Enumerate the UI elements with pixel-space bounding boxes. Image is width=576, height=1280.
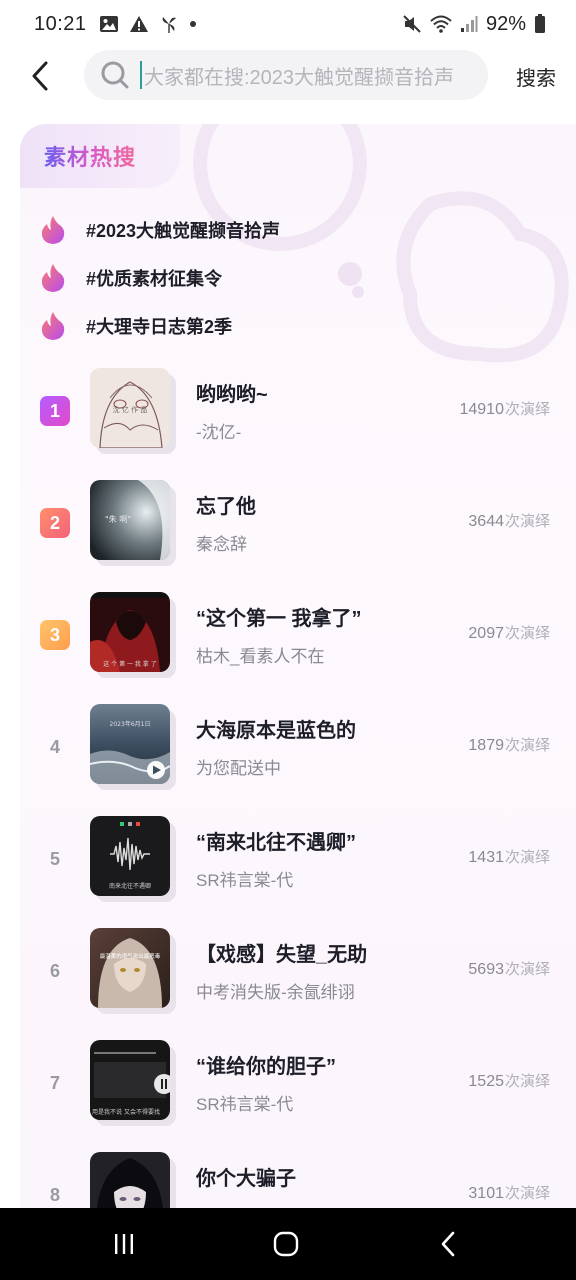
- list-item[interactable]: 1 沈 亿 作 品 哟哟哟~ -沈亿- 14910次演绎: [20, 364, 576, 460]
- item-title: 哟哟哟~: [196, 384, 268, 406]
- item-title: 你个大骗子: [196, 1168, 296, 1190]
- item-title: 【戏感】失望_无助: [196, 944, 368, 966]
- flame-icon: [41, 216, 65, 244]
- recents-button[interactable]: [104, 1228, 144, 1260]
- home-icon: [273, 1231, 299, 1257]
- list-item[interactable]: 8 你个大骗子 3101次演绎: [20, 1148, 576, 1208]
- svg-text:2023年6月1日: 2023年6月1日: [110, 720, 151, 728]
- hot-tag-text: #优质素材征集令: [86, 269, 223, 289]
- dot-icon: [189, 21, 196, 27]
- hot-tag-item[interactable]: #大理寺日志第2季: [40, 308, 232, 344]
- hot-material-card: 素材热搜 #2023大触觉醒撷音拾声 #优质素材征集令 #大理寺日志第2季 1 …: [20, 124, 576, 1208]
- item-author: SR祎言棠-代: [196, 1095, 294, 1114]
- item-author: -沈亿-: [196, 423, 242, 442]
- svg-text:南来北往不遇卿: 南来北往不遇卿: [109, 882, 151, 890]
- cover-thumbnail: "朱 啊": [90, 480, 176, 566]
- item-author: 中考消失版-余氤绯诩: [196, 983, 355, 1002]
- home-button[interactable]: [266, 1228, 306, 1260]
- mute-icon: [403, 15, 421, 33]
- search-input[interactable]: 大家都在搜:2023大触觉醒撷音拾声: [84, 50, 488, 100]
- list-item[interactable]: 5 南来北往不遇卿 “南来北往不遇卿” SR祎言棠-代 1431次演绎: [20, 812, 576, 908]
- svg-text:沈 亿 作 品: 沈 亿 作 品: [113, 405, 148, 414]
- item-count: 2097次演绎: [468, 625, 550, 642]
- list-item[interactable]: 4 2023年6月1日 大海原本是蓝色的 为您配送中 1879次演绎: [20, 700, 576, 796]
- search-button[interactable]: 搜索: [508, 56, 564, 96]
- item-count: 1525次演绎: [468, 1073, 550, 1090]
- card-title: 素材热搜: [44, 140, 136, 172]
- rank-number: 8: [49, 1184, 60, 1205]
- item-author: SR祎言棠-代: [196, 871, 294, 890]
- cover-thumbnail: [90, 1152, 176, 1208]
- flame-icon: [41, 264, 65, 292]
- alert-icon: [129, 16, 148, 32]
- back-button[interactable]: [10, 48, 70, 104]
- svg-text:"朱 啊": "朱 啊": [105, 514, 131, 524]
- image-icon: [99, 16, 118, 32]
- item-title: “这个第一 我拿了”: [196, 608, 362, 630]
- signal-icon: [460, 16, 478, 32]
- pinwheel-icon: [162, 17, 176, 33]
- status-time: 10:21: [34, 12, 87, 35]
- rank-number: 4: [49, 736, 60, 757]
- list-item[interactable]: 3 这 个 第 一 我 拿 了 “这个第一 我拿了” 枯木_看素人不在 2097…: [20, 588, 576, 684]
- list-item[interactable]: 7 用是我不说 又会不得要找 “谁给你的胆子” SR祎言棠-代 1525次演绎: [20, 1036, 576, 1132]
- item-title: 大海原本是蓝色的: [196, 720, 356, 742]
- rank-badge: 1: [40, 396, 70, 426]
- cover-thumbnail: 这 个 第 一 我 拿 了: [90, 592, 176, 678]
- search-placeholder: 大家都在搜:2023大触觉醒撷音拾声: [144, 66, 455, 89]
- battery-percent: 92%: [485, 12, 526, 35]
- nav-back-button[interactable]: [428, 1228, 468, 1260]
- item-count: 1879次演绎: [468, 737, 550, 754]
- cover-thumbnail: 2023年6月1日: [90, 704, 176, 790]
- item-author: 枯木_看素人不在: [196, 647, 325, 666]
- hot-tag-item[interactable]: #优质素材征集令: [40, 260, 222, 296]
- status-bar: 10:21 92%: [0, 0, 576, 48]
- item-author: 秦念辞: [196, 535, 247, 554]
- rank-number: 6: [49, 960, 60, 981]
- hot-tag-text: #大理寺日志第2季: [86, 317, 233, 337]
- system-nav-bar: [0, 1208, 576, 1280]
- recents-icon: [115, 1234, 133, 1254]
- rank-number: 7: [49, 1072, 60, 1093]
- rank-badge: 2: [40, 508, 70, 538]
- svg-text:最温柔的语气说出最恶毒: 最温柔的语气说出最恶毒: [100, 952, 161, 960]
- back-icon: [441, 1231, 455, 1257]
- cover-thumbnail: 沈 亿 作 品: [90, 368, 176, 454]
- cover-thumbnail: 用是我不说 又会不得要找: [90, 1040, 176, 1126]
- hot-tag-text: #2023大触觉醒撷音拾声: [86, 221, 281, 241]
- cover-thumbnail: 南来北往不遇卿: [90, 816, 176, 902]
- list-item[interactable]: 6 最温柔的语气说出最恶毒 【戏感】失望_无助 中考消失版-余氤绯诩 5693次…: [20, 924, 576, 1020]
- svg-text:这 个 第 一 我 拿 了: 这 个 第 一 我 拿 了: [103, 660, 156, 668]
- item-count: 5693次演绎: [468, 961, 550, 978]
- item-title: 忘了他: [196, 496, 256, 518]
- background-decoration: [193, 124, 569, 363]
- item-title: “谁给你的胆子”: [196, 1056, 336, 1078]
- chevron-left-icon: [32, 61, 48, 91]
- item-author: 为您配送中: [196, 759, 281, 778]
- item-title: “南来北往不遇卿”: [196, 832, 356, 854]
- battery-icon: [535, 14, 545, 33]
- item-count: 14910次演绎: [459, 401, 550, 418]
- list-item[interactable]: 2 "朱 啊" 忘了他 秦念辞 3644次演绎: [20, 476, 576, 572]
- text-cursor: [140, 61, 142, 89]
- rank-badge: 3: [40, 620, 70, 650]
- wifi-icon: [430, 15, 452, 33]
- card-title-tab: 素材热搜: [20, 124, 180, 188]
- flame-icon: [41, 312, 65, 340]
- top-bar: 大家都在搜:2023大触觉醒撷音拾声 搜索: [0, 48, 576, 104]
- item-count: 3101次演绎: [468, 1185, 550, 1202]
- svg-text:用是我不说 又会不得要找: 用是我不说 又会不得要找: [92, 1108, 160, 1116]
- cover-thumbnail: 最温柔的语气说出最恶毒: [90, 928, 176, 1014]
- rank-number: 5: [49, 848, 60, 869]
- hot-tag-item[interactable]: #2023大触觉醒撷音拾声: [40, 212, 280, 248]
- search-icon: [101, 61, 129, 89]
- item-count: 1431次演绎: [468, 849, 550, 866]
- item-count: 3644次演绎: [468, 513, 550, 530]
